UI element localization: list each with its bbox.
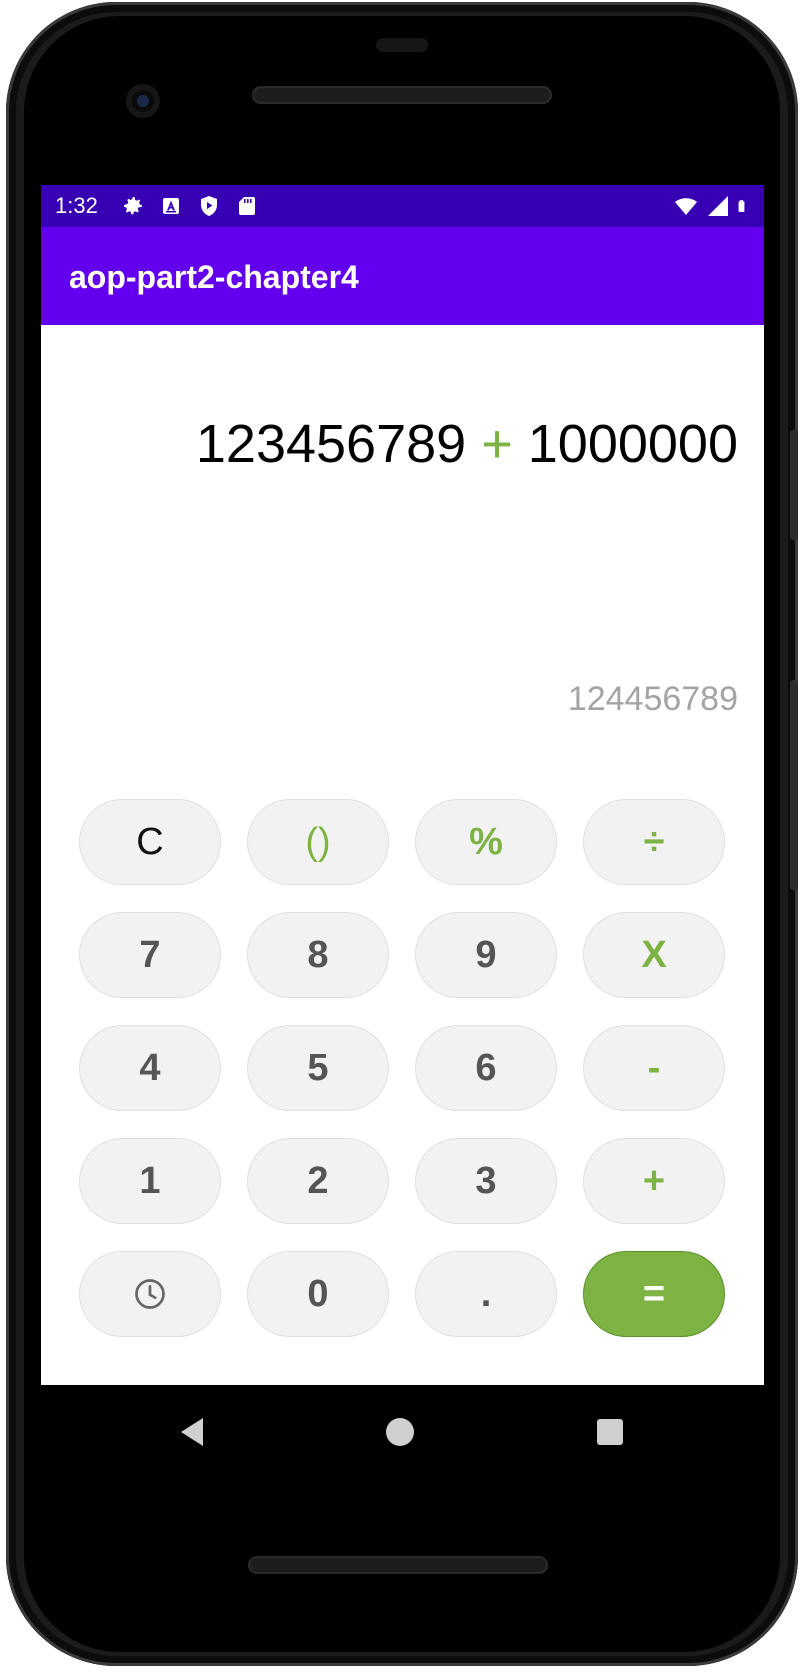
earpiece-speaker (252, 86, 552, 104)
shield-play-icon (201, 196, 217, 216)
wifi-icon (675, 198, 697, 215)
expression-right-operand: 1000000 (527, 414, 738, 474)
volume-button (790, 430, 798, 540)
gear-icon (124, 197, 142, 215)
home-icon[interactable] (386, 1418, 414, 1446)
app-bar: aop-part2-chapter4 (41, 227, 764, 325)
result-display: 124456789 (567, 680, 738, 718)
divide-button[interactable]: ÷ (583, 799, 725, 885)
app-screen: 1:32 aop-part2-chapter4 123456789 + 1000… (41, 185, 764, 1385)
plus-button[interactable]: + (583, 1138, 725, 1224)
proximity-sensor (376, 38, 428, 52)
back-icon[interactable] (177, 1415, 207, 1449)
status-bar: 1:32 (41, 185, 764, 227)
battery-icon (738, 200, 745, 212)
percent-button[interactable]: % (415, 799, 557, 885)
history-button[interactable] (79, 1251, 221, 1337)
digit-2-button[interactable]: 2 (247, 1138, 389, 1224)
recents-icon[interactable] (597, 1419, 623, 1445)
digit-3-button[interactable]: 3 (415, 1138, 557, 1224)
digit-1-button[interactable]: 1 (79, 1138, 221, 1224)
equals-button[interactable]: = (583, 1251, 725, 1337)
expression-display: 123456789 + 1000000 (196, 413, 738, 475)
history-icon (135, 1279, 165, 1309)
digit-7-button[interactable]: 7 (79, 912, 221, 998)
digit-0-button[interactable]: 0 (247, 1251, 389, 1337)
decimal-button[interactable]: . (415, 1251, 557, 1337)
clear-button[interactable]: C (79, 799, 221, 885)
parentheses-button[interactable]: () (247, 799, 389, 885)
expression-operator: + (481, 414, 513, 474)
digit-4-button[interactable]: 4 (79, 1025, 221, 1111)
status-right-icons (674, 194, 752, 218)
multiply-button[interactable]: X (583, 912, 725, 998)
digit-6-button[interactable]: 6 (415, 1025, 557, 1111)
digit-9-button[interactable]: 9 (415, 912, 557, 998)
expression-left-operand: 123456789 (195, 414, 467, 474)
front-camera (126, 84, 160, 118)
status-left-icons (121, 194, 259, 218)
signal-icon (708, 196, 728, 216)
digit-5-button[interactable]: 5 (247, 1025, 389, 1111)
app-title: aop-part2-chapter4 (69, 259, 359, 295)
power-button (790, 680, 798, 890)
sd-card-icon (239, 197, 255, 215)
navigation-bar (41, 1385, 764, 1495)
bottom-speaker (248, 1556, 548, 1574)
status-time: 1:32 (55, 193, 98, 218)
a-box-icon (163, 198, 179, 214)
minus-button[interactable]: - (583, 1025, 725, 1111)
digit-8-button[interactable]: 8 (247, 912, 389, 998)
